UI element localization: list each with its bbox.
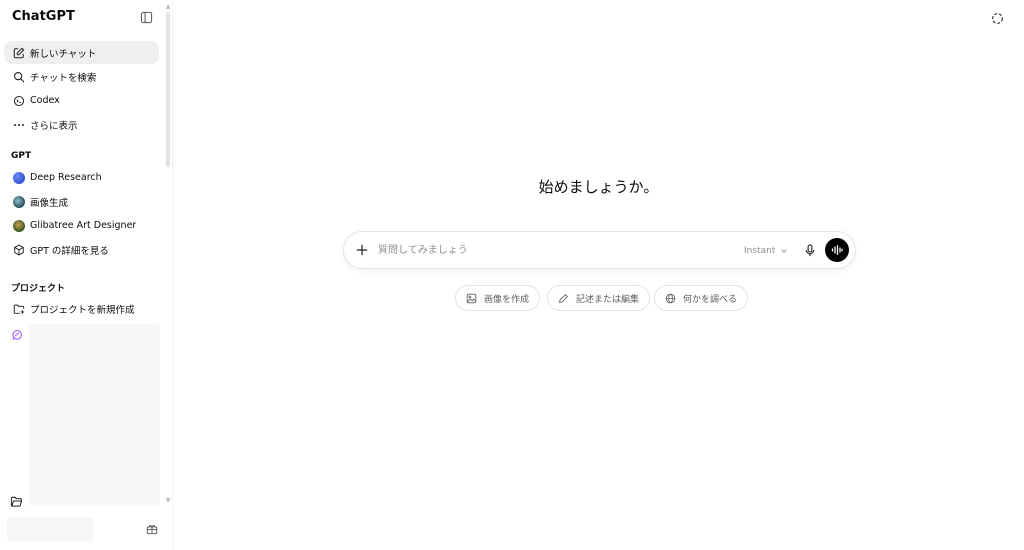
nav-new-chat[interactable]: 新しいチャット bbox=[4, 41, 159, 64]
composer: Instant bbox=[343, 231, 856, 269]
project-chat-icon[interactable] bbox=[11, 326, 23, 340]
new-folder-icon bbox=[12, 302, 25, 315]
scroll-down-arrow-icon[interactable]: ▼ bbox=[165, 498, 171, 504]
model-selector-label: Instant bbox=[744, 246, 776, 256]
gpt-deep-research[interactable]: Deep Research bbox=[4, 166, 159, 189]
deep-research-avatar-icon bbox=[12, 171, 25, 184]
main-area: 始めましょうか。 Instant 画像を作成 bbox=[173, 0, 1024, 550]
add-attachment-button[interactable] bbox=[354, 242, 370, 258]
gpt-art-designer[interactable]: Glibatree Art Designer bbox=[4, 214, 159, 237]
nav-more[interactable]: さらに表示 bbox=[4, 113, 159, 136]
gpt-image-gen[interactable]: 画像生成 bbox=[4, 190, 159, 213]
sidebar-header: ChatGPT bbox=[0, 0, 165, 34]
scrollbar-thumb[interactable] bbox=[166, 12, 170, 167]
redacted-project-list bbox=[29, 324, 160, 506]
sidebar: ChatGPT 新しいチャット チャットを検索 Codex さらに表示 GPT … bbox=[0, 0, 173, 550]
chip-write-or-edit[interactable]: 記述または編集 bbox=[547, 285, 651, 311]
dictate-button[interactable] bbox=[802, 242, 818, 258]
scroll-up-arrow-icon[interactable]: ▲ bbox=[165, 4, 171, 10]
art-designer-avatar-icon bbox=[12, 219, 25, 232]
folder-open-icon[interactable] bbox=[9, 494, 23, 508]
project-new[interactable]: プロジェクトを新規作成 bbox=[4, 297, 159, 320]
temporary-chat-icon bbox=[991, 12, 1003, 24]
image-icon bbox=[466, 293, 477, 304]
chip-research-label: 何かを調べる bbox=[683, 294, 738, 305]
project-section-title: プロジェクト bbox=[11, 284, 66, 294]
brand-title: ChatGPT bbox=[12, 9, 75, 24]
chevron-down-icon bbox=[780, 247, 788, 255]
microphone-icon bbox=[805, 243, 815, 256]
globe-icon bbox=[665, 293, 676, 304]
prompt-input[interactable] bbox=[378, 240, 718, 260]
chip-create-image-label: 画像を作成 bbox=[484, 294, 530, 305]
codex-icon bbox=[12, 94, 25, 107]
nav-search-chats[interactable]: チャットを検索 bbox=[4, 65, 159, 88]
gpt-art-designer-label: Glibatree Art Designer bbox=[30, 220, 137, 231]
plus-icon bbox=[356, 244, 368, 256]
chip-write-or-edit-label: 記述または編集 bbox=[576, 294, 640, 305]
nav-more-label: さらに表示 bbox=[30, 120, 78, 132]
voice-waveform-icon bbox=[831, 245, 843, 255]
nav-codex-label: Codex bbox=[30, 95, 60, 106]
redacted-user-profile[interactable] bbox=[7, 517, 94, 542]
model-selector[interactable]: Instant bbox=[744, 243, 788, 259]
pencil-icon bbox=[558, 293, 569, 304]
gift-icon bbox=[146, 524, 158, 535]
chip-create-image[interactable]: 画像を作成 bbox=[455, 285, 541, 311]
sidebar-toggle-icon bbox=[140, 11, 152, 23]
nav-search-label: チャットを検索 bbox=[30, 72, 97, 84]
sidebar-scrollbar[interactable]: ▲ ▼ bbox=[164, 4, 172, 506]
project-new-label: プロジェクトを新規作成 bbox=[30, 304, 135, 316]
chatgpt-app: ChatGPT 新しいチャット チャットを検索 Codex さらに表示 GPT … bbox=[0, 0, 1024, 550]
toggle-sidebar-button[interactable] bbox=[138, 9, 154, 25]
upgrade-gift-button[interactable] bbox=[145, 522, 159, 536]
nav-new-chat-label: 新しいチャット bbox=[30, 48, 97, 60]
more-dots-icon bbox=[12, 118, 25, 131]
image-gen-avatar-icon bbox=[12, 195, 25, 208]
search-icon bbox=[12, 70, 25, 83]
voice-mode-button[interactable] bbox=[825, 238, 849, 262]
explore-gpts-icon bbox=[12, 243, 25, 256]
edit-icon bbox=[12, 46, 25, 59]
gpt-explore-label: GPT の詳細を見る bbox=[30, 245, 109, 257]
nav-codex[interactable]: Codex bbox=[4, 89, 159, 112]
gpt-section-title: GPT bbox=[11, 151, 32, 161]
gpt-image-gen-label: 画像生成 bbox=[30, 197, 69, 209]
hero-title: 始めましょうか。 bbox=[538, 178, 659, 196]
gpt-explore[interactable]: GPT の詳細を見る bbox=[4, 238, 159, 261]
chip-research[interactable]: 何かを調べる bbox=[654, 285, 749, 311]
temporary-chat-button[interactable] bbox=[989, 10, 1005, 26]
gpt-deep-research-label: Deep Research bbox=[30, 172, 102, 183]
